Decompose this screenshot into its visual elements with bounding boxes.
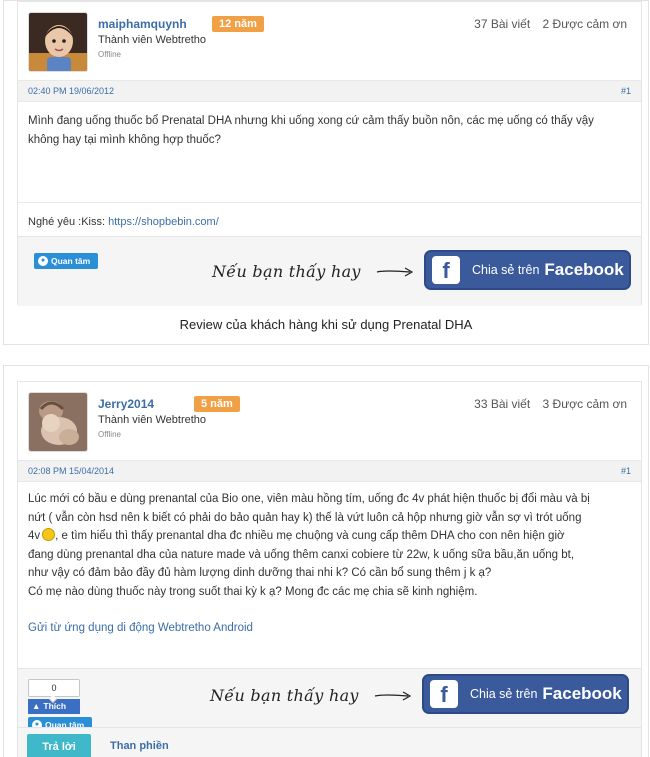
- avatar[interactable]: [28, 392, 88, 452]
- post-number-link[interactable]: #1: [621, 86, 631, 96]
- avatar[interactable]: [28, 12, 88, 72]
- facebook-icon: f: [432, 256, 460, 284]
- online-status: Offline: [98, 50, 121, 59]
- follow-button[interactable]: ● Quan tâm: [34, 253, 99, 269]
- follow-label: Quan tâm: [51, 256, 91, 266]
- complain-link[interactable]: Than phiền: [110, 740, 169, 752]
- signature: Nghé yêu :Kiss: https://shopbebin.com/: [28, 216, 219, 228]
- forum-post-2: Jerry2014 5 năm Thành viên Webtretho Off…: [17, 381, 642, 757]
- post-datetime: 02:08 PM 15/04/2014: [28, 466, 115, 476]
- body-line: như vậy có đảm bảo đầy đủ hàm lượng dinh…: [28, 567, 492, 579]
- share-label: Chia sẻ trên: [470, 687, 538, 701]
- facebook-icon: f: [430, 680, 458, 708]
- online-status: Offline: [98, 430, 121, 439]
- post-meta-bar: 02:40 PM 19/06/2012 #1: [18, 80, 641, 102]
- user-stats: 37 Bài viết 2 Được cảm ơn: [465, 17, 627, 31]
- share-facebook-button[interactable]: f Chia sẻ trên Facebook: [424, 250, 631, 290]
- chat-bubble-icon: ●: [38, 256, 48, 266]
- user-role: Thành viên Webtretho: [98, 34, 207, 46]
- arrow-right-icon: [376, 267, 414, 277]
- membership-badge: 12 năm: [212, 16, 264, 32]
- forum-post-1: maiphamquynh 12 năm Thành viên Webtretho…: [17, 1, 642, 306]
- body-line: Lúc mới có bầu e dùng prenantal của Bio …: [28, 493, 590, 505]
- body-line-with-emoji: 4v , e tìm hiểu thì thấy prenantal dha đc…: [28, 527, 628, 546]
- post-card-2: Jerry2014 5 năm Thành viên Webtretho Off…: [3, 365, 649, 757]
- share-label: Chia sẻ trên: [472, 263, 540, 277]
- body-text: , e tìm hiểu thì thấy prenantal dha đc n…: [55, 530, 565, 542]
- user-stats: 33 Bài viết 3 Được cảm ơn: [465, 397, 627, 411]
- share-brand: Facebook: [542, 684, 622, 703]
- post-body: Mình đang uống thuốc bổ Prenatal DHA như…: [28, 115, 594, 146]
- post-count: 33 Bài viết: [474, 397, 531, 411]
- membership-badge: 5 năm: [194, 396, 240, 412]
- post-header: Jerry2014 5 năm Thành viên Webtretho Off…: [18, 382, 641, 460]
- username[interactable]: maiphamquynh: [98, 17, 187, 31]
- body-line: đang dùng prenantal dha của nature made …: [28, 548, 575, 561]
- smiley-emoji-icon: [42, 528, 56, 541]
- post-body: Lúc mới có bầu e dùng prenantal của Bio …: [28, 490, 628, 638]
- body-line: nứt ( vẫn còn hsd nên k biết có phải do …: [28, 511, 582, 524]
- share-hint: Nếu bạn thấy hay: [212, 262, 361, 281]
- thumbs-up-icon: ▲: [32, 701, 41, 711]
- signature-divider: [18, 202, 641, 203]
- post-header: maiphamquynh 12 năm Thành viên Webtretho…: [18, 2, 641, 80]
- body-text: 4v: [28, 530, 41, 542]
- post-count: 37 Bài viết: [474, 17, 531, 31]
- username[interactable]: Jerry2014: [98, 397, 154, 411]
- post-card-1: maiphamquynh 12 năm Thành viên Webtretho…: [3, 0, 649, 345]
- reply-button[interactable]: Trả lời: [27, 734, 91, 757]
- like-count: 0: [28, 679, 80, 697]
- post-footer: 0 ▲ Thích ● Quan tâm Nếu bạn thấy hay f …: [18, 668, 641, 733]
- signature-text: Nghé yêu :Kiss:: [28, 216, 109, 228]
- arrow-right-icon: [374, 691, 412, 701]
- share-hint: Nếu bạn thấy hay: [210, 686, 359, 705]
- post-actions-bar: Trả lời Than phiền: [18, 727, 641, 757]
- image-caption: Review của khách hàng khi sử dụng Prenat…: [179, 317, 473, 332]
- like-widget: 0 ▲ Thích: [28, 679, 80, 714]
- share-facebook-button[interactable]: f Chia sẻ trên Facebook: [422, 674, 629, 714]
- thanks-count: 3 Được cảm ơn: [542, 397, 627, 411]
- user-role: Thành viên Webtretho: [98, 414, 207, 426]
- body-line: Có mẹ nào dùng thuốc này trong suốt thai…: [28, 585, 478, 598]
- post-meta-bar: 02:08 PM 15/04/2014 #1: [18, 460, 641, 482]
- share-brand: Facebook: [544, 260, 624, 279]
- thanks-count: 2 Được cảm ơn: [542, 17, 627, 31]
- app-link[interactable]: Gửi từ ứng dụng di động Webtretho Androi…: [28, 622, 253, 634]
- post-datetime: 02:40 PM 19/06/2012: [28, 86, 115, 96]
- post-number-link[interactable]: #1: [621, 466, 631, 476]
- signature-link[interactable]: https://shopbebin.com/: [108, 216, 219, 228]
- post-footer: ● Quan tâm Nếu bạn thấy hay f Chia sẻ tr…: [18, 236, 641, 306]
